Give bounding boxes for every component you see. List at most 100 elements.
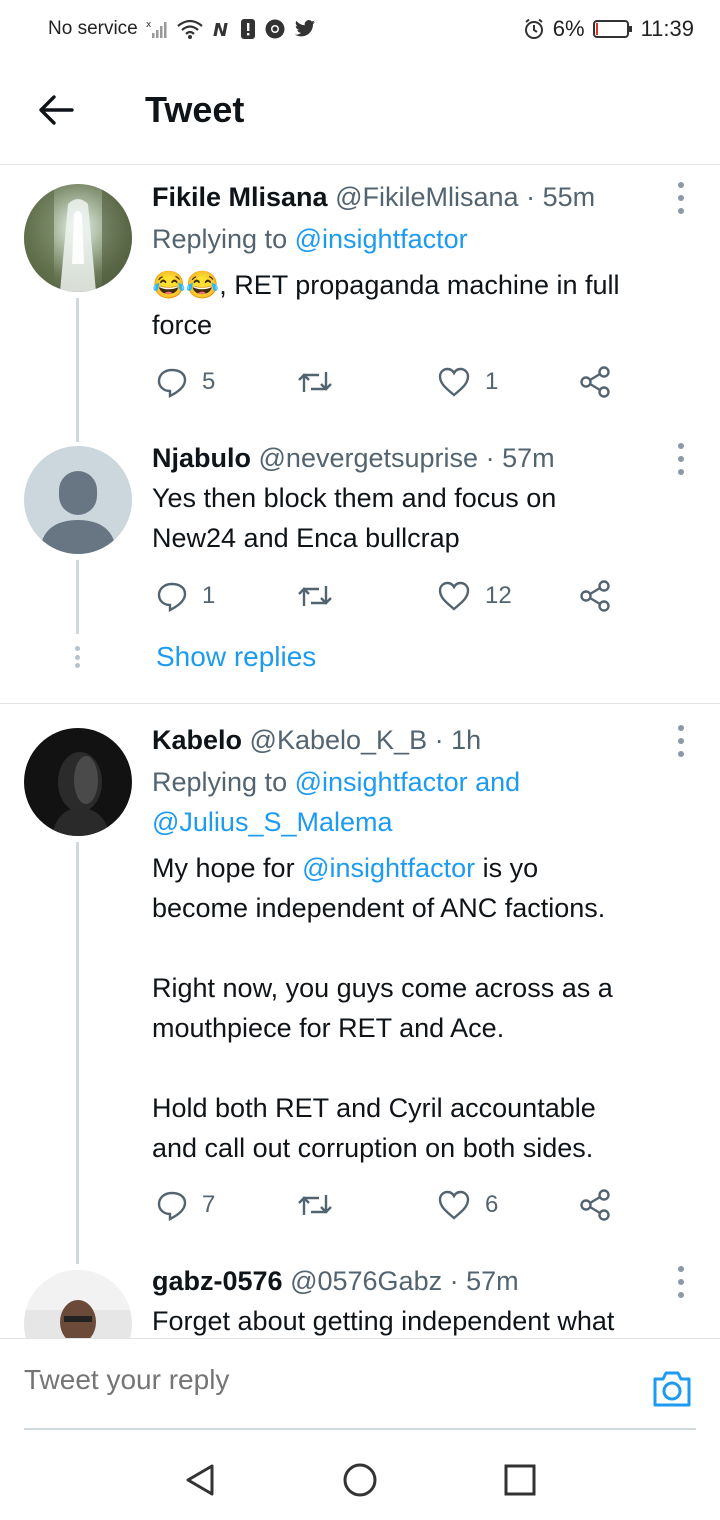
- like-button[interactable]: 12: [437, 576, 512, 616]
- tweet-text-line2: force: [152, 310, 213, 340]
- nav-home-button[interactable]: [342, 1462, 378, 1498]
- thread-divider: [0, 703, 720, 704]
- reply-button[interactable]: 1: [156, 576, 215, 616]
- tweet-text-line: become independent of ANC factions.: [152, 893, 606, 923]
- avatar[interactable]: [24, 446, 132, 554]
- tweet-actions: 7 6: [152, 1185, 622, 1225]
- portrait-photo: [52, 752, 110, 836]
- reply-count: 7: [202, 1191, 216, 1218]
- n-app-icon: N: [212, 19, 232, 39]
- alert-icon: [240, 18, 256, 40]
- retweet-icon: [298, 1195, 332, 1215]
- chrome-icon: [264, 18, 286, 40]
- header-divider: [0, 164, 720, 165]
- replying-to: Replying to @insightfactor and: [152, 767, 521, 797]
- default-avatar-icon: [40, 471, 116, 554]
- share-button[interactable]: [578, 576, 612, 616]
- tweet-text: Yes then block them and focus on: [152, 483, 557, 513]
- thread-line: [76, 842, 79, 1264]
- battery-icon: [592, 19, 633, 39]
- retweet-button[interactable]: [297, 576, 347, 616]
- like-button[interactable]: 6: [437, 1185, 498, 1225]
- twitter-bird-icon: [294, 19, 316, 39]
- tweet-text-line: and call out corruption on both sides.: [152, 1133, 594, 1163]
- battery-percent: 6%: [552, 16, 585, 41]
- nav-recents-button[interactable]: [502, 1462, 538, 1498]
- camera-icon: [653, 1371, 691, 1407]
- triangle-back-icon: [186, 1464, 214, 1496]
- tweet-text-line: Right now, you guys come across as a: [152, 973, 613, 1003]
- tweet-text-line: mouthpiece for RET and Ace.: [152, 1013, 505, 1043]
- tweet-time: 57m: [502, 443, 555, 473]
- reply-button[interactable]: 7: [156, 1185, 215, 1225]
- share-button[interactable]: [578, 362, 612, 402]
- tweet-time: 1h: [451, 725, 482, 755]
- avatar[interactable]: [24, 184, 132, 292]
- mention-link[interactable]: @insightfactor and: [295, 767, 521, 797]
- more-options-button[interactable]: [676, 725, 686, 757]
- tweet-time: 55m: [542, 182, 596, 212]
- page-title: Tweet: [145, 89, 245, 130]
- reply-input[interactable]: [24, 1364, 584, 1396]
- back-button[interactable]: [34, 88, 78, 132]
- author-handle[interactable]: @nevergetsuprise: [259, 443, 479, 473]
- heart-icon: [438, 1190, 470, 1220]
- author-handle[interactable]: @0576Gabz: [290, 1266, 442, 1296]
- like-button[interactable]: 1: [437, 362, 498, 402]
- share-icon: [580, 580, 610, 612]
- like-count: 6: [485, 1191, 499, 1218]
- more-options-button[interactable]: [676, 443, 686, 475]
- alarm-icon: [523, 18, 545, 40]
- share-icon: [580, 1189, 610, 1221]
- camera-button[interactable]: [650, 1367, 694, 1411]
- reply-icon: [157, 582, 187, 612]
- svg-text:N: N: [213, 20, 228, 39]
- compose-underline: [24, 1428, 696, 1430]
- heart-icon: [438, 581, 470, 611]
- circle-home-icon: [343, 1463, 377, 1497]
- retweet-button[interactable]: [297, 362, 347, 402]
- reply-count: 1: [202, 582, 216, 609]
- author-name[interactable]: Fikile Mlisana: [152, 182, 328, 212]
- author-name[interactable]: Njabulo: [152, 443, 251, 473]
- share-button[interactable]: [578, 1185, 612, 1225]
- thread-dots: [73, 646, 81, 668]
- tweet-header: Njabulo @nevergetsuprise · 57m: [152, 443, 555, 473]
- signal-icon: x: [146, 19, 168, 39]
- arrow-left-icon: [39, 95, 74, 125]
- author-handle[interactable]: @Kabelo_K_B: [250, 725, 428, 755]
- replying-to: Replying to @insightfactor: [152, 224, 468, 254]
- like-count: 1: [485, 368, 499, 395]
- thread-line: [76, 560, 79, 634]
- tweet-actions: 1 12: [152, 576, 622, 616]
- tweet-text-line: Hold both RET and Cyril accountable: [152, 1093, 596, 1123]
- carrier-label: No service: [48, 18, 138, 39]
- retweet-icon: [298, 586, 332, 606]
- waterfall-photo: [24, 184, 132, 292]
- reply-count: 5: [202, 368, 216, 395]
- more-options-button[interactable]: [676, 182, 686, 214]
- author-name[interactable]: gabz-0576: [152, 1266, 283, 1296]
- tweet-header: gabz-0576 @0576Gabz · 57m: [152, 1266, 519, 1296]
- heart-icon: [438, 367, 470, 397]
- thread-line: [76, 298, 79, 442]
- reply-button[interactable]: 5: [156, 362, 215, 402]
- show-replies-link[interactable]: Show replies: [156, 637, 316, 677]
- tweet-header: Fikile Mlisana @FikileMlisana · 55m: [152, 182, 596, 212]
- mention-link[interactable]: @insightfactor: [295, 224, 468, 254]
- mention-link[interactable]: @insightfactor: [302, 853, 475, 883]
- emoji: 😂😂: [152, 270, 220, 300]
- avatar[interactable]: [24, 728, 132, 836]
- tweet-text: Forget about getting independent what: [152, 1306, 615, 1336]
- author-name[interactable]: Kabelo: [152, 725, 242, 755]
- tweet-time: 57m: [466, 1266, 519, 1296]
- nav-back-button[interactable]: [182, 1462, 218, 1498]
- reply-icon: [157, 1191, 187, 1221]
- more-options-button[interactable]: [676, 1266, 686, 1298]
- mention-link[interactable]: @Julius_S_Malema: [152, 802, 660, 842]
- compose-top-divider: [0, 1338, 720, 1339]
- like-count: 12: [485, 582, 512, 609]
- retweet-button[interactable]: [297, 1185, 347, 1225]
- share-icon: [580, 366, 610, 398]
- author-handle[interactable]: @FikileMlisana: [335, 182, 518, 212]
